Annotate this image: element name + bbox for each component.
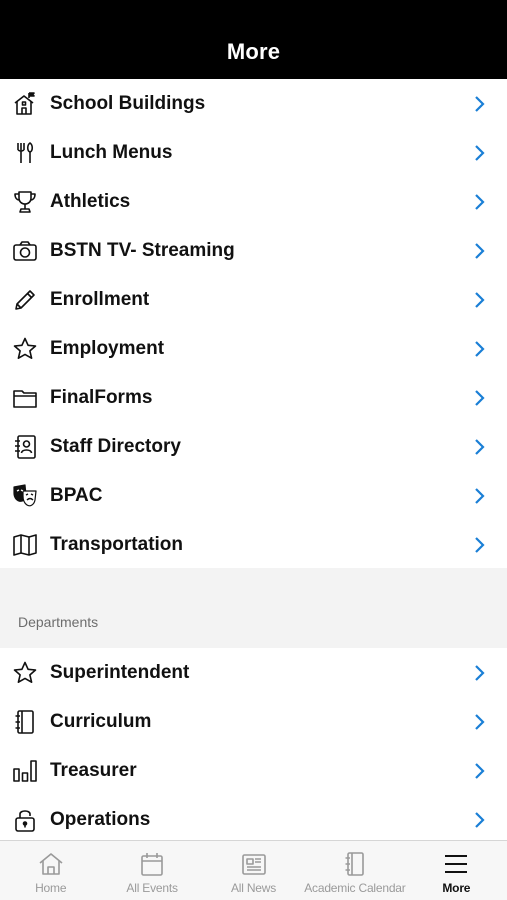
top-bar: More	[0, 0, 507, 79]
menu-item-label: Superintendent	[50, 661, 190, 683]
chevron-right-icon	[473, 242, 487, 260]
lock-icon	[12, 807, 38, 833]
school-building-icon	[12, 91, 38, 117]
tab-label: All Events	[126, 881, 178, 895]
more-menu-list: School Buildings Lunch Menus Athletics B…	[0, 79, 507, 569]
section-label: Departments	[18, 614, 99, 630]
theater-masks-icon	[12, 483, 38, 509]
bar-chart-icon	[12, 758, 38, 784]
camera-icon	[12, 238, 38, 264]
menu-item-treasurer[interactable]: Treasurer	[0, 746, 507, 795]
menu-item-finalforms[interactable]: FinalForms	[0, 373, 507, 422]
menu-item-label: Employment	[50, 337, 165, 359]
menu-item-bpac[interactable]: BPAC	[0, 471, 507, 520]
tab-home[interactable]: Home	[0, 841, 101, 900]
chevron-right-icon	[473, 664, 487, 682]
tab-label: Academic Calendar	[304, 881, 406, 895]
bottom-tab-bar: Home All Events All News Academic Calend…	[0, 840, 507, 900]
chevron-right-icon	[473, 811, 487, 829]
fork-knife-icon	[12, 140, 38, 166]
menu-item-label: Staff Directory	[50, 435, 181, 457]
tab-label: Home	[35, 881, 67, 895]
menu-item-label: Enrollment	[50, 288, 150, 310]
notebook-icon	[345, 852, 364, 876]
chevron-right-icon	[473, 193, 487, 211]
menu-item-lunch-menus[interactable]: Lunch Menus	[0, 128, 507, 177]
chevron-right-icon	[473, 389, 487, 407]
tab-academic-calendar[interactable]: Academic Calendar	[304, 841, 406, 900]
chevron-right-icon	[473, 438, 487, 456]
menu-item-operations[interactable]: Operations	[0, 795, 507, 844]
menu-item-enrollment[interactable]: Enrollment	[0, 275, 507, 324]
calendar-icon	[141, 853, 163, 876]
notebook-icon	[12, 709, 38, 735]
menu-item-label: School Buildings	[50, 92, 206, 114]
home-icon	[39, 853, 63, 875]
menu-item-bstn-tv-streaming[interactable]: BSTN TV- Streaming	[0, 226, 507, 275]
contact-book-icon	[12, 434, 38, 460]
menu-item-label: Curriculum	[50, 710, 152, 732]
page-title: More	[226, 39, 281, 64]
chevron-right-icon	[473, 95, 487, 113]
map-icon	[12, 532, 38, 558]
chevron-right-icon	[473, 762, 487, 780]
menu-item-transportation[interactable]: Transportation	[0, 520, 507, 569]
departments-section-header: Departments	[0, 568, 507, 648]
menu-item-label: FinalForms	[50, 386, 153, 408]
tab-label: More	[442, 881, 471, 895]
tab-more[interactable]: More	[406, 841, 507, 900]
chevron-right-icon	[473, 340, 487, 358]
menu-item-label: Athletics	[50, 190, 131, 212]
tab-all-news[interactable]: All News	[203, 841, 304, 900]
menu-item-label: Operations	[50, 808, 151, 830]
tab-label: All News	[230, 881, 277, 895]
star-icon	[12, 336, 38, 362]
chevron-right-icon	[473, 291, 487, 309]
pencil-icon	[12, 287, 38, 313]
chevron-right-icon	[473, 713, 487, 731]
star-icon	[12, 660, 38, 686]
trophy-icon	[12, 189, 38, 215]
chevron-right-icon	[473, 144, 487, 162]
chevron-right-icon	[473, 536, 487, 554]
menu-item-label: Lunch Menus	[50, 141, 173, 163]
menu-item-athletics[interactable]: Athletics	[0, 177, 507, 226]
newspaper-icon	[241, 854, 266, 875]
menu-item-label: BPAC	[50, 484, 103, 506]
menu-item-label: Transportation	[50, 533, 184, 555]
menu-item-label: BSTN TV- Streaming	[50, 239, 235, 261]
chevron-right-icon	[473, 487, 487, 505]
menu-icon	[445, 855, 468, 873]
departments-list: Superintendent Curriculum Treasurer Oper…	[0, 648, 507, 844]
tab-all-events[interactable]: All Events	[101, 841, 202, 900]
menu-item-superintendent[interactable]: Superintendent	[0, 648, 507, 697]
menu-item-label: Treasurer	[50, 759, 137, 781]
menu-item-employment[interactable]: Employment	[0, 324, 507, 373]
menu-item-school-buildings[interactable]: School Buildings	[0, 79, 507, 128]
menu-item-curriculum[interactable]: Curriculum	[0, 697, 507, 746]
menu-item-staff-directory[interactable]: Staff Directory	[0, 422, 507, 471]
folder-icon	[12, 385, 38, 411]
